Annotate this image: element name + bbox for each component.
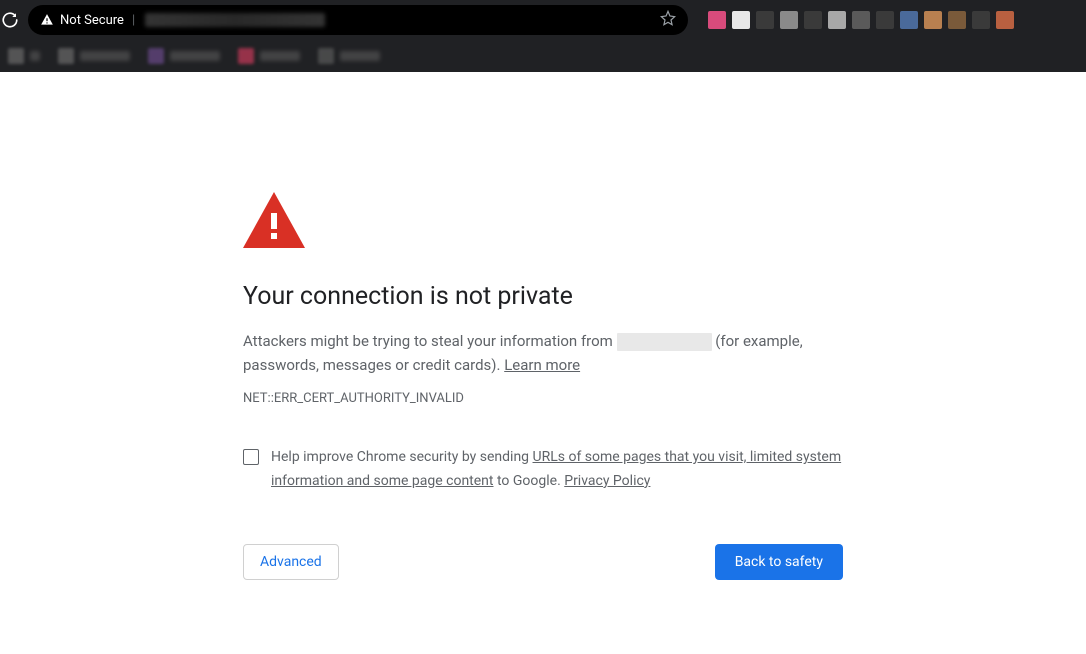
address-bar-row: Not Secure | bbox=[0, 0, 1086, 40]
warning-triangle-icon bbox=[40, 13, 54, 27]
bookmark-item[interactable] bbox=[238, 48, 300, 64]
tab-thumbnail[interactable] bbox=[948, 11, 966, 29]
tab-thumbnail[interactable] bbox=[876, 11, 894, 29]
advanced-button[interactable]: Advanced bbox=[243, 544, 339, 580]
reload-icon[interactable] bbox=[0, 10, 20, 30]
privacy-policy-link[interactable]: Privacy Policy bbox=[564, 473, 650, 489]
tab-thumbnail[interactable] bbox=[732, 11, 750, 29]
tab-thumbnail[interactable] bbox=[780, 11, 798, 29]
button-row: Advanced Back to safety bbox=[243, 544, 843, 580]
not-secure-label: Not Secure bbox=[60, 13, 124, 28]
hostname-redacted bbox=[617, 333, 712, 351]
body-prefix: Attackers might be trying to steal your … bbox=[243, 332, 617, 350]
bookmark-item[interactable] bbox=[8, 48, 40, 64]
opt-in-text: Help improve Chrome security by sending … bbox=[271, 446, 843, 494]
bookmark-bar bbox=[0, 40, 1086, 72]
page-title: Your connection is not private bbox=[243, 282, 843, 311]
opt-in-row: Help improve Chrome security by sending … bbox=[243, 446, 843, 494]
not-secure-badge[interactable]: Not Secure | bbox=[40, 13, 137, 28]
address-bar[interactable]: Not Secure | bbox=[28, 5, 688, 35]
opt-in-checkbox[interactable] bbox=[243, 449, 259, 465]
bookmark-star-icon[interactable] bbox=[660, 10, 676, 30]
tab-thumbnail[interactable] bbox=[996, 11, 1014, 29]
error-code: NET::ERR_CERT_AUTHORITY_INVALID bbox=[243, 391, 843, 406]
window-tab-thumbnails bbox=[708, 11, 1014, 29]
learn-more-link[interactable]: Learn more bbox=[504, 356, 580, 374]
url-text-redacted bbox=[145, 13, 325, 27]
browser-chrome: Not Secure | bbox=[0, 0, 1086, 72]
bookmark-item[interactable] bbox=[58, 48, 130, 64]
bookmark-item[interactable] bbox=[318, 48, 380, 64]
tab-thumbnail[interactable] bbox=[972, 11, 990, 29]
divider: | bbox=[132, 13, 135, 28]
warning-container: Your connection is not private Attackers… bbox=[243, 192, 843, 580]
warning-body: Attackers might be trying to steal your … bbox=[243, 329, 843, 377]
tab-thumbnail[interactable] bbox=[924, 11, 942, 29]
tab-thumbnail[interactable] bbox=[756, 11, 774, 29]
tab-thumbnail[interactable] bbox=[828, 11, 846, 29]
back-to-safety-button[interactable]: Back to safety bbox=[715, 544, 843, 580]
bookmark-item[interactable] bbox=[148, 48, 220, 64]
tab-thumbnail[interactable] bbox=[708, 11, 726, 29]
warning-icon bbox=[243, 192, 843, 252]
tab-thumbnail[interactable] bbox=[900, 11, 918, 29]
page-content: Your connection is not private Attackers… bbox=[0, 72, 1086, 580]
tab-thumbnail[interactable] bbox=[852, 11, 870, 29]
tab-thumbnail[interactable] bbox=[804, 11, 822, 29]
